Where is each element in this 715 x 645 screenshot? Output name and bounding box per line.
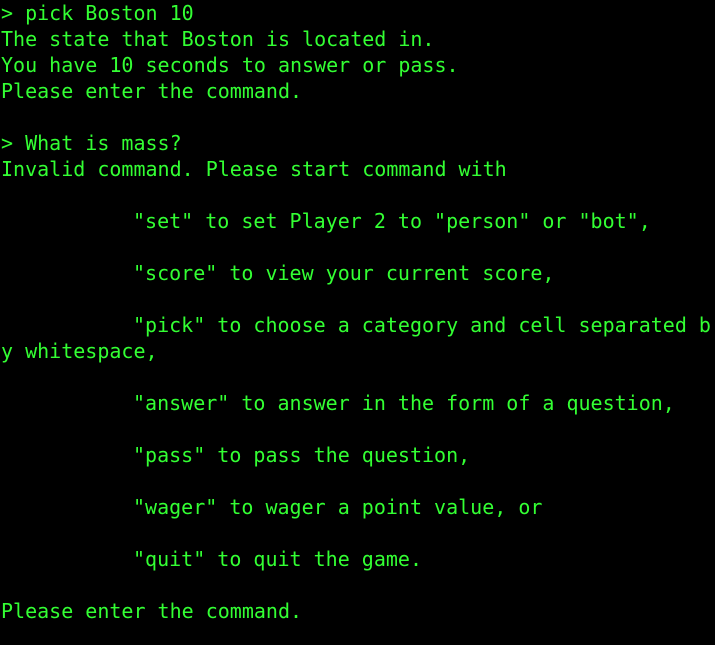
help-wager: "wager" to wager a point value, or [133,495,543,519]
help-score: "score" to view your current score, [133,261,555,285]
prompt-message: Please enter the command. [1,79,303,103]
command-echo-pick: > pick Boston 10 [1,1,194,25]
help-quit: "quit" to quit the game. [133,547,422,571]
help-answer: "answer" to answer in the form of a ques… [133,391,675,415]
final-prompt-message: Please enter the command. [1,599,303,623]
timer-message: You have 10 seconds to answer or pass. [1,53,459,77]
help-pick-wrap: y whitespace, [1,339,158,363]
help-pass: "pass" to pass the question, [133,443,471,467]
command-echo-answer: > What is mass? [1,131,182,155]
terminal-output[interactable]: > pick Boston 10 The state that Boston i… [0,0,715,645]
clue-text: The state that Boston is located in. [1,27,435,51]
help-set: "set" to set Player 2 to "person" or "bo… [133,209,651,233]
help-pick: "pick" to choose a category and cell sep… [133,313,711,337]
error-message: Invalid command. Please start command wi… [1,157,507,181]
